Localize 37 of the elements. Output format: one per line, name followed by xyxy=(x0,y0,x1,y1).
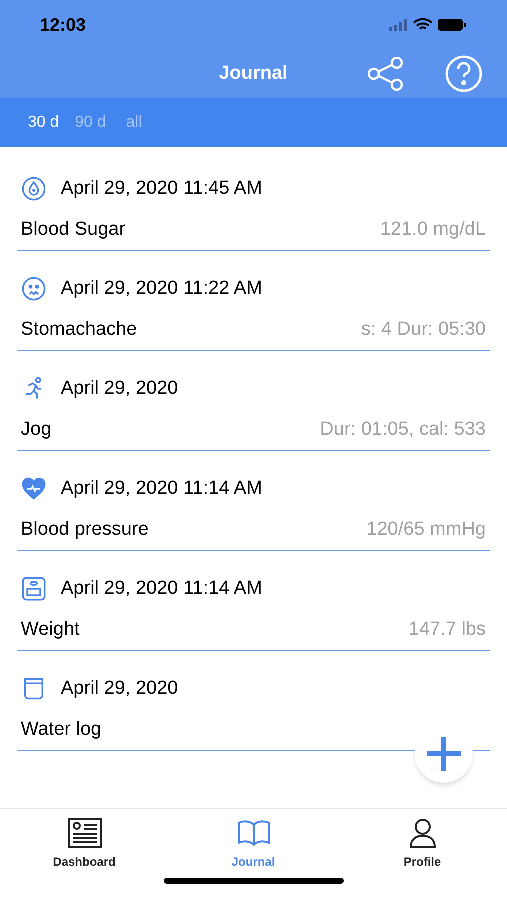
share-icon[interactable] xyxy=(367,57,405,91)
entry-name: Blood pressure xyxy=(21,518,149,542)
entry-value: Dur: 01:05, cal: 533 xyxy=(320,418,486,442)
status-time: 12:03 xyxy=(40,14,86,36)
entry-name: Jog xyxy=(21,418,52,442)
filter-tab[interactable]: all xyxy=(122,110,146,134)
signal-icon xyxy=(389,19,409,31)
filter-tab[interactable]: 90 d xyxy=(71,110,110,134)
tab-bar-item[interactable]: Profile xyxy=(338,809,507,878)
help-icon[interactable] xyxy=(445,55,483,93)
page-title: Journal xyxy=(219,62,288,86)
plus-icon xyxy=(424,734,464,774)
drop-icon xyxy=(21,176,47,202)
entry-date: April 29, 2020 xyxy=(61,377,178,401)
entry-value: 147.7 lbs xyxy=(408,618,486,642)
heart-icon xyxy=(21,476,47,502)
sick-face-icon xyxy=(21,276,47,302)
entry-date: April 29, 2020 xyxy=(61,677,178,701)
add-button[interactable] xyxy=(415,725,473,783)
entry-name: Water log xyxy=(21,718,102,742)
entry-date: April 29, 2020 11:14 AM xyxy=(61,477,262,501)
wifi-icon xyxy=(413,18,433,32)
tab-bar-item[interactable]: Journal xyxy=(169,809,338,878)
entry-name: Weight xyxy=(21,618,80,642)
battery-icon xyxy=(437,18,467,32)
tab-bar-item[interactable]: Dashboard xyxy=(0,809,169,878)
entry-date: April 29, 2020 11:45 AM xyxy=(61,177,262,201)
newspaper-icon xyxy=(66,817,102,849)
entry-date: April 29, 2020 11:22 AM xyxy=(61,277,262,301)
filter-tab[interactable]: 30 d xyxy=(28,110,60,134)
entry-value: 121.0 mg/dL xyxy=(380,218,486,242)
entry-value: s: 4 Dur: 05:30 xyxy=(360,318,486,342)
entry-name: Blood Sugar xyxy=(21,218,126,242)
entry-date: April 29, 2020 11:14 AM xyxy=(61,577,262,601)
entry-value: 120/65 mmHg xyxy=(366,518,486,542)
entry-name: Stomachache xyxy=(21,318,138,342)
scale-icon xyxy=(21,576,47,602)
